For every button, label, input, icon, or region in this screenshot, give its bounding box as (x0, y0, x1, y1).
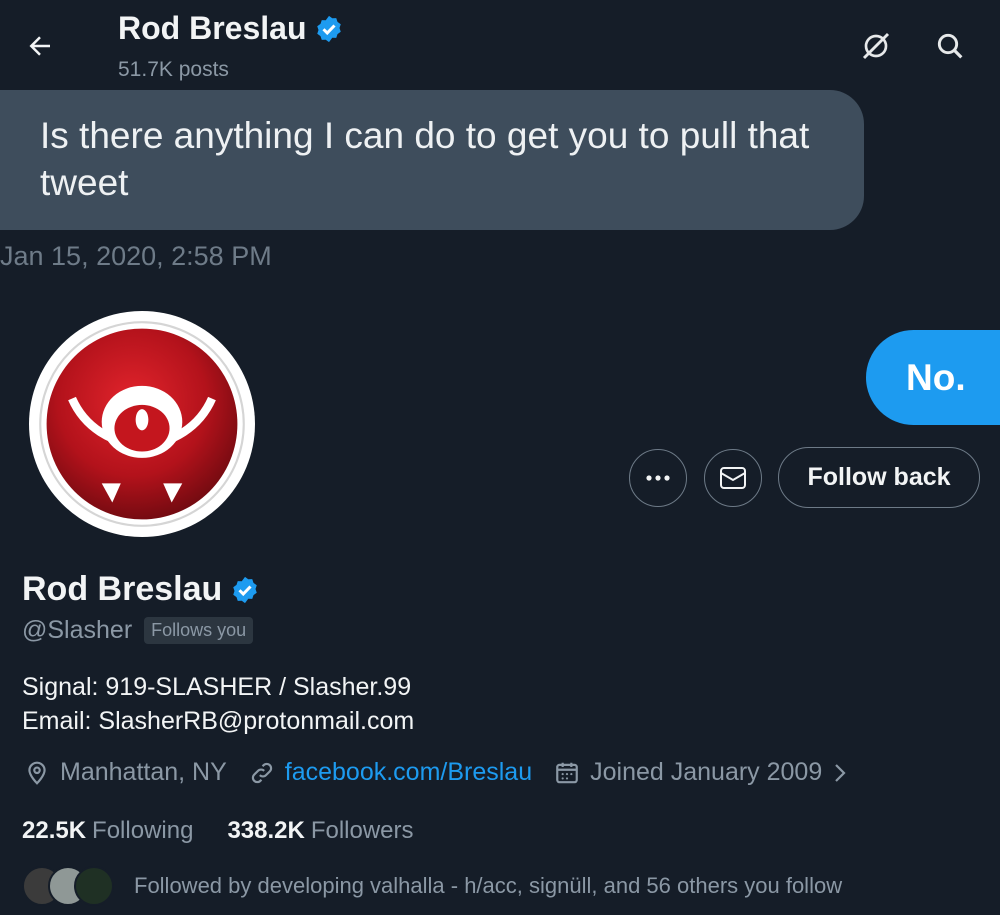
search-icon (937, 33, 963, 59)
follower-avatar (74, 866, 114, 906)
followers-count: 338.2K (227, 817, 305, 844)
header-title-row: Rod Breslau (118, 10, 344, 47)
joined-text: Joined January 2009 (590, 758, 823, 786)
handle-row: @Slasher Follows you (22, 616, 254, 645)
profile-name-row: Rod Breslau (22, 570, 260, 609)
followers-stat[interactable]: 338.2K Followers (227, 817, 413, 845)
followed-by-text: Followed by developing valhalla - h/acc,… (134, 873, 843, 898)
following-stat[interactable]: 22.5K Following (22, 817, 193, 845)
chevron-right-icon (835, 763, 846, 782)
location-item: Manhattan, NY (24, 758, 227, 787)
message-button[interactable] (704, 449, 762, 507)
grok-button[interactable] (856, 26, 896, 66)
outgoing-message-bubble: No. (866, 330, 1000, 425)
mail-icon (720, 467, 746, 489)
followers-label: Followers (310, 817, 414, 844)
more-icon (646, 475, 670, 481)
verified-badge-icon (317, 15, 342, 42)
location-icon (28, 761, 46, 785)
header-title: Rod Breslau (118, 10, 307, 46)
location-text: Manhattan, NY (60, 758, 227, 786)
posts-count: 51.7K posts (118, 58, 229, 81)
bio-line-email: Email: SlasherRB@protonmail.com (22, 707, 415, 735)
more-button[interactable] (629, 449, 687, 507)
incoming-message-bubble: Is there anything I can do to get you to… (0, 90, 864, 230)
verified-badge-icon[interactable] (230, 575, 260, 605)
profile-meta-row: Manhattan, NY facebook.com/Breslau Joine… (24, 758, 870, 787)
avatar[interactable] (29, 311, 255, 537)
follow-stats: 22.5K Following 338.2K Followers (22, 817, 414, 845)
back-button[interactable] (22, 28, 58, 64)
profile-handle: @Slasher (22, 616, 133, 644)
website-item[interactable]: facebook.com/Breslau (249, 758, 532, 787)
incoming-message-text: Is there anything I can do to get you to… (40, 115, 810, 203)
follows-you-badge: Follows you (144, 617, 254, 644)
follow-back-button[interactable]: Follow back (778, 447, 980, 508)
message-timestamp: Jan 15, 2020, 2:58 PM (0, 241, 272, 271)
grok-icon (862, 32, 890, 60)
profile-bio: Signal: 919-SLASHER / Slasher.99 Email: … (22, 670, 414, 738)
avatar-logo-icon (39, 321, 245, 527)
following-count: 22.5K (22, 817, 87, 844)
follower-avatars (22, 866, 114, 906)
outgoing-message-text: No. (906, 356, 966, 398)
following-label: Following (92, 817, 194, 844)
followed-by-row[interactable]: Followed by developing valhalla - h/acc,… (22, 866, 842, 906)
profile-name: Rod Breslau (22, 570, 223, 608)
back-arrow-icon (29, 36, 50, 56)
bio-line-signal: Signal: 919-SLASHER / Slasher.99 (22, 673, 412, 701)
calendar-icon (556, 762, 578, 783)
search-button[interactable] (930, 26, 970, 66)
website-link[interactable]: facebook.com/Breslau (285, 758, 532, 787)
link-icon (251, 762, 272, 783)
joined-item[interactable]: Joined January 2009 (554, 758, 848, 787)
